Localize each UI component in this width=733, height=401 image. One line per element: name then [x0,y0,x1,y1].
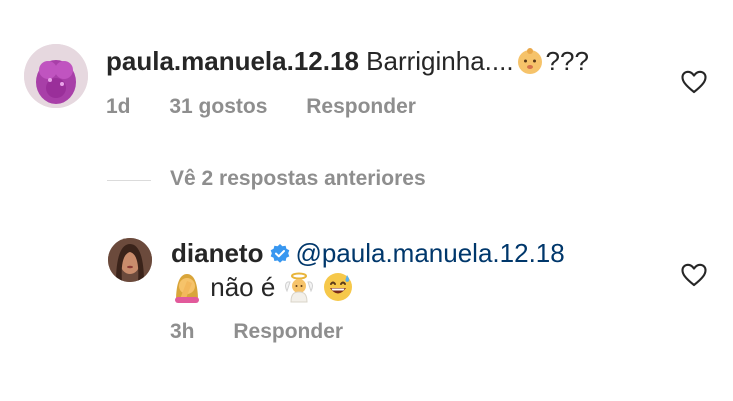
reply-mention-link[interactable]: @paula.manuela.12.18 [295,238,564,268]
baby-angel-emoji-icon [284,272,313,303]
reply-button[interactable]: Responder [306,95,416,118]
reply-avatar[interactable] [108,238,152,282]
woman-facepalming-emoji-icon [175,274,199,303]
comment-time: 1d [106,95,131,118]
grinning-sweat-emoji-icon [323,273,352,301]
reply-header: dianeto @paula.manuela.12.18 [171,236,565,270]
replies-divider [107,180,151,181]
verified-badge-icon [271,244,290,263]
reply-meta: 3h Responder [170,320,376,344]
comment-likes[interactable]: 31 gostos [169,95,267,118]
reply-time: 3h [170,320,195,343]
reply-body: não é [171,270,354,304]
reply-like-heart-icon[interactable] [681,263,707,287]
comment-meta: 1d 31 gostos Responder [106,95,449,119]
reply-reply-button[interactable]: Responder [233,320,343,343]
comment-body: paula.manuela.12.18 Barriginha.... ??? [106,44,589,78]
view-previous-replies[interactable]: Vê 2 respostas anteriores [170,167,426,191]
comment-username[interactable]: paula.manuela.12.18 [106,46,359,76]
reply-username[interactable]: dianeto [171,238,263,268]
reply-text: não é [210,272,276,302]
comment-text-end: ??? [545,46,589,76]
baby-emoji-icon [517,48,542,74]
like-heart-icon[interactable] [681,70,707,94]
commenter-avatar[interactable] [24,44,88,108]
comment-text: Barriginha.... [366,46,514,76]
